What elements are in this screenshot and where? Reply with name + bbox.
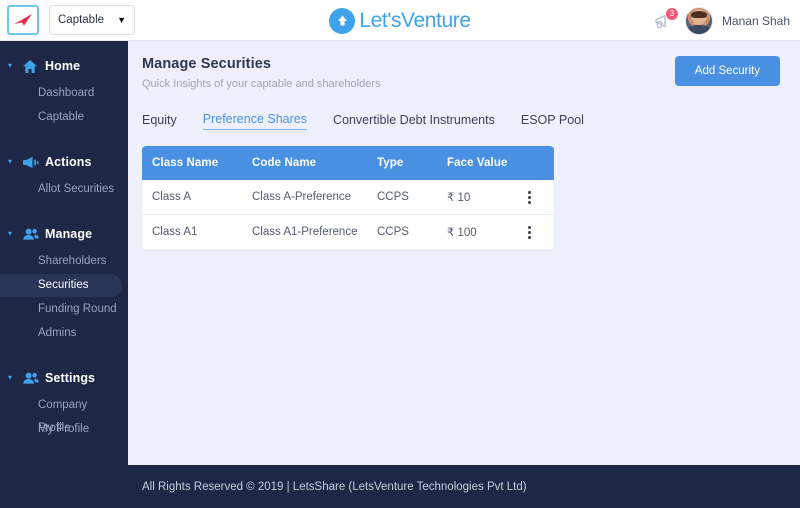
users-icon	[22, 226, 40, 242]
tab-equity[interactable]: Equity	[142, 113, 177, 130]
sidebar-group-header-manage[interactable]: ▾ Manage	[0, 219, 128, 249]
kebab-menu-icon[interactable]	[522, 190, 536, 204]
avatar[interactable]	[684, 6, 713, 35]
sidebar-group-home: ▾ Home Dashboard Captable	[0, 51, 128, 129]
table-row[interactable]: Class A Class A-Preference CCPS ₹ 10	[142, 180, 554, 215]
sidebar-item-allot-securities[interactable]: Allot Securities	[0, 178, 122, 201]
cell-face-value: ₹ 10	[437, 180, 512, 215]
sidebar-item-captable[interactable]: Captable	[0, 106, 122, 129]
column-header-actions	[512, 146, 554, 180]
page-title: Manage Securities	[142, 56, 272, 72]
chevron-down-icon: ▼	[117, 15, 126, 25]
sidebar-group-header-settings[interactable]: ▾ Settings	[0, 363, 128, 393]
sidebar-item-company-profile[interactable]: Company Profile	[0, 394, 122, 434]
cell-type: CCPS	[367, 214, 437, 250]
sidebar-item-admins[interactable]: Admins	[0, 322, 122, 345]
sidebar-item-my-profile[interactable]: My Profile	[0, 418, 122, 441]
cell-class-name: Class A	[142, 180, 242, 215]
table-row[interactable]: Class A1 Class A1-Preference CCPS ₹ 100	[142, 214, 554, 250]
tab-preference-shares[interactable]: Preference Shares	[202, 112, 307, 130]
tab-bar: Equity Preference Shares Convertible Deb…	[128, 90, 800, 130]
cell-type: CCPS	[367, 180, 437, 215]
column-header-code-name: Code Name	[242, 146, 367, 180]
up-arrow-circle-icon	[329, 7, 356, 34]
brand-logo-button[interactable]	[7, 5, 39, 35]
sidebar-group-actions: ▾ Actions Allot Securities	[0, 147, 128, 201]
page-heading-block: Manage Securities Quick Insights of your…	[142, 56, 380, 90]
home-icon	[22, 58, 40, 74]
column-header-class-name: Class Name	[142, 146, 242, 180]
cell-class-name: Class A1	[142, 214, 242, 250]
product-logo-text: Let'sVenture	[359, 8, 471, 32]
caret-down-icon: ▾	[8, 373, 13, 382]
add-security-button[interactable]: Add Security	[674, 56, 780, 86]
securities-table: Class Name Code Name Type Face Value Cla…	[142, 146, 554, 250]
context-select-value: Captable	[58, 14, 105, 26]
tab-convertible-debt-instruments[interactable]: Convertible Debt Instruments	[333, 113, 495, 130]
cell-actions	[512, 214, 554, 250]
megaphone-icon	[652, 14, 676, 37]
sidebar-group-settings: ▾ Settings Company Profile My Profile	[0, 363, 128, 441]
caret-down-icon: ▾	[8, 157, 13, 166]
sidebar-group-manage: ▾ Manage Shareholders Securities Funding…	[0, 219, 128, 345]
megaphone-icon	[22, 154, 40, 170]
tab-esop-pool[interactable]: ESOP Pool	[521, 113, 584, 130]
column-header-face-value: Face Value	[437, 146, 512, 180]
cell-code-name: Class A-Preference	[242, 180, 367, 215]
page-header: Manage Securities Quick Insights of your…	[128, 41, 800, 90]
sidebar-item-shareholders[interactable]: Shareholders	[0, 250, 122, 273]
footer-text: All Rights Reserved © 2019 | LetsShare (…	[142, 480, 527, 493]
caret-down-icon: ▾	[8, 61, 13, 70]
sidebar-group-label-manage: Manage	[45, 227, 93, 241]
sidebar-item-securities[interactable]: Securities	[0, 274, 122, 297]
users-icon	[22, 370, 40, 386]
top-bar: Captable ▼ Let'sVenture 3 Manan Shah	[0, 0, 800, 41]
cell-face-value: ₹ 100	[437, 214, 512, 250]
notification-count-badge: 3	[664, 6, 679, 21]
paper-plane-logo-icon	[13, 13, 33, 27]
table-header-row: Class Name Code Name Type Face Value	[142, 146, 554, 180]
cell-actions	[512, 180, 554, 215]
top-bar-right: 3 Manan Shah	[652, 0, 790, 41]
sidebar-group-header-actions[interactable]: ▾ Actions	[0, 147, 128, 177]
page-subtitle: Quick Insights of your captable and shar…	[142, 78, 381, 90]
sidebar-group-label-settings: Settings	[45, 371, 96, 385]
sidebar-group-label-home: Home	[45, 59, 81, 73]
cell-code-name: Class A1-Preference	[242, 214, 367, 250]
footer: All Rights Reserved © 2019 | LetsShare (…	[128, 465, 800, 508]
caret-down-icon: ▾	[8, 229, 13, 238]
sidebar-group-header-home[interactable]: ▾ Home	[0, 51, 128, 81]
app-root: Captable ▼ Let'sVenture 3 Manan Shah ▾ H…	[0, 0, 800, 508]
user-name: Manan Shah	[721, 13, 790, 28]
kebab-menu-icon[interactable]	[522, 225, 536, 239]
main-content: Manage Securities Quick Insights of your…	[128, 41, 800, 465]
sidebar-group-label-actions: Actions	[45, 155, 92, 169]
sidebar-item-funding-round[interactable]: Funding Round	[0, 298, 122, 321]
notifications-button[interactable]: 3	[652, 6, 679, 33]
sidebar: ▾ Home Dashboard Captable ▾ Actions Allo…	[0, 41, 128, 508]
context-select[interactable]: Captable ▼	[49, 5, 135, 35]
column-header-type: Type	[367, 146, 437, 180]
sidebar-item-dashboard[interactable]: Dashboard	[0, 82, 122, 105]
